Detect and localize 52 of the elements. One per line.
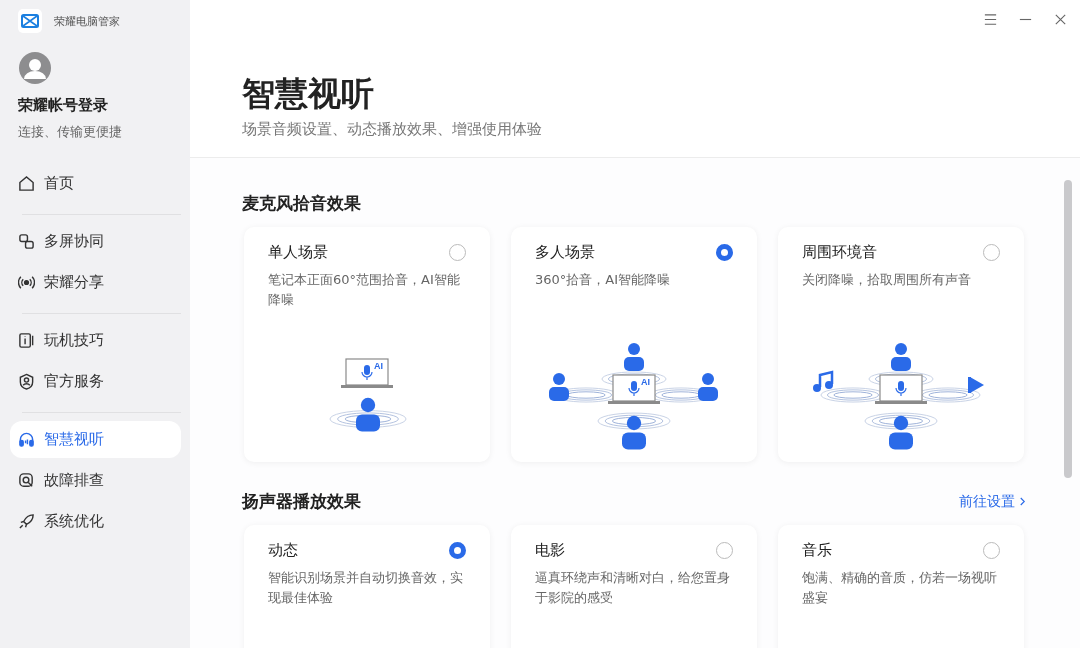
- option-description: 360°拾音，AI智能降噪: [535, 271, 672, 289]
- headphones-icon: [18, 431, 35, 448]
- settings-link[interactable]: 前往设置: [959, 492, 1026, 511]
- account-hint: 连接、传输更便捷: [18, 123, 123, 141]
- microphone-scene-drawing: AI: [244, 337, 490, 462]
- nav-item[interactable]: 多屏协同: [10, 223, 181, 260]
- scrollbar-thumb[interactable]: [1064, 180, 1072, 478]
- home-icon: [18, 175, 35, 192]
- microphone-scene-drawing: AI: [511, 337, 757, 462]
- option-title: 单人场景: [268, 243, 328, 262]
- shield-icon: [18, 373, 35, 390]
- nav-item[interactable]: 系统优化: [10, 503, 181, 540]
- close-icon[interactable]: [1053, 12, 1068, 27]
- app-logo-icon: [18, 9, 42, 33]
- nav-item[interactable]: 首页: [10, 165, 181, 202]
- nav-item[interactable]: 故障排查: [10, 462, 181, 499]
- rocket-icon: [18, 513, 35, 530]
- option-title: 音乐: [802, 541, 832, 560]
- section-title: 麦克风拾音效果: [242, 192, 361, 215]
- option-title: 多人场景: [535, 243, 595, 262]
- option-description: 逼真环绕声和清晰对白，给您置身于影院的感受: [535, 569, 731, 607]
- option-description: 饱满、精确的音质，仿若一场视听盛宴: [802, 569, 998, 607]
- section-title: 扬声器播放效果: [242, 490, 361, 513]
- option-card[interactable]: 周围环境音 关闭降噪，拾取周围所有声音: [778, 227, 1024, 462]
- broadcast-icon: [18, 274, 35, 291]
- option-title: 周围环境音: [802, 243, 877, 262]
- option-card[interactable]: 音乐 饱满、精确的音质，仿若一场视听盛宴: [778, 525, 1024, 648]
- avatar-icon[interactable]: [19, 52, 51, 84]
- option-description: 关闭降噪，拾取周围所有声音: [802, 271, 972, 289]
- option-title: 动态: [268, 541, 298, 560]
- page-subtitle: 场景音频设置、动态播放效果、增强使用体验: [242, 120, 543, 139]
- nav-item[interactable]: 官方服务: [10, 363, 181, 400]
- nav-item[interactable]: 荣耀分享: [10, 264, 181, 301]
- option-card[interactable]: 单人场景 笔记本正面60°范围拾音，AI智能降噪 AI: [244, 227, 490, 462]
- radio-button[interactable]: [716, 244, 733, 261]
- option-description: 智能识别场景并自动切换音效，实现最佳体验: [268, 569, 464, 607]
- radio-button[interactable]: [449, 542, 466, 559]
- linked-squares-icon: [18, 233, 35, 250]
- search-icon: [18, 472, 35, 489]
- option-title: 电影: [535, 541, 565, 560]
- nav-item[interactable]: 玩机技巧: [10, 322, 181, 359]
- option-card[interactable]: 动态 智能识别场景并自动切换音效，实现最佳体验: [244, 525, 490, 648]
- option-card[interactable]: 电影 逼真环绕声和清晰对白，给您置身于影院的感受: [511, 525, 757, 648]
- option-card[interactable]: 多人场景 360°拾音，AI智能降噪 AI: [511, 227, 757, 462]
- menu-icon[interactable]: [983, 12, 998, 27]
- account-name[interactable]: 荣耀帐号登录: [18, 96, 181, 115]
- app-title: 荣耀电脑管家: [54, 13, 120, 29]
- nav-item[interactable]: 智慧视听: [10, 421, 181, 458]
- option-description: 笔记本正面60°范围拾音，AI智能降噪: [268, 271, 461, 309]
- page-title: 智慧视听: [242, 73, 375, 115]
- chevron-right-icon: [1019, 496, 1026, 507]
- info-icon: [18, 332, 35, 349]
